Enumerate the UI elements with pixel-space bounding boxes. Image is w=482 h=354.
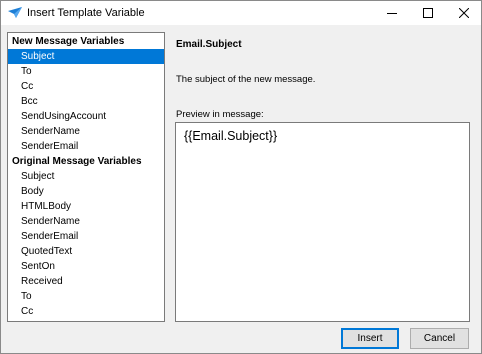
list-item-orig-to[interactable]: To	[8, 289, 164, 304]
list-item-new-to[interactable]: To	[8, 64, 164, 79]
list-item-orig-sender-name[interactable]: SenderName	[8, 214, 164, 229]
close-button[interactable]	[447, 1, 481, 25]
window-title: Insert Template Variable	[27, 7, 145, 19]
list-item-orig-body[interactable]: Body	[8, 184, 164, 199]
preview-box: {{Email.Subject}}	[175, 122, 470, 322]
variable-list[interactable]: New Message Variables Subject To Cc Bcc …	[7, 32, 165, 322]
list-item-new-cc[interactable]: Cc	[8, 79, 164, 94]
list-item-orig-cc[interactable]: Cc	[8, 304, 164, 319]
variable-description: The subject of the new message.	[176, 74, 316, 85]
cancel-button[interactable]: Cancel	[410, 328, 469, 349]
list-item-orig-html-body[interactable]: HTMLBody	[8, 199, 164, 214]
insert-button[interactable]: Insert	[341, 328, 399, 349]
envelope-icon	[8, 7, 22, 19]
variable-title: Email.Subject	[176, 39, 242, 50]
close-icon	[459, 8, 469, 18]
list-item-orig-received[interactable]: Received	[8, 274, 164, 289]
group-header-original-message: Original Message Variables	[12, 156, 142, 167]
maximize-icon	[423, 8, 433, 18]
list-item-orig-sent-on[interactable]: SentOn	[8, 259, 164, 274]
minimize-button[interactable]	[375, 1, 409, 25]
list-item-orig-quoted-text[interactable]: QuotedText	[8, 244, 164, 259]
insert-template-variable-dialog: Insert Template Variable New Message Var…	[0, 0, 482, 354]
list-item-new-sender-email[interactable]: SenderEmail	[8, 139, 164, 154]
list-item-new-send-using-account[interactable]: SendUsingAccount	[8, 109, 164, 124]
list-item-new-subject[interactable]: Subject	[8, 49, 164, 64]
maximize-button[interactable]	[411, 1, 445, 25]
minimize-icon	[387, 13, 397, 14]
list-item-new-sender-name[interactable]: SenderName	[8, 124, 164, 139]
group-header-new-message: New Message Variables	[12, 36, 125, 47]
title-bar: Insert Template Variable	[1, 1, 481, 25]
list-item-orig-subject[interactable]: Subject	[8, 169, 164, 184]
list-item-new-bcc[interactable]: Bcc	[8, 94, 164, 109]
preview-label: Preview in message:	[176, 109, 264, 120]
list-item-orig-sender-email[interactable]: SenderEmail	[8, 229, 164, 244]
preview-text: {{Email.Subject}}	[184, 129, 278, 143]
